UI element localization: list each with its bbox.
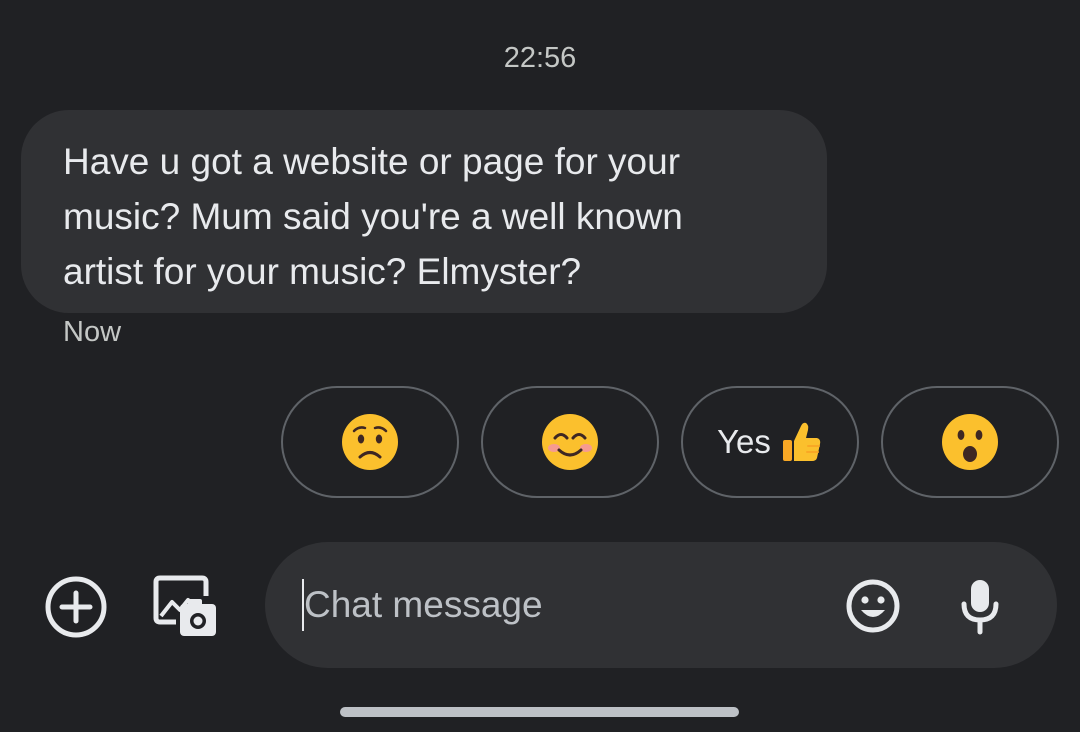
thumbs-up-icon bbox=[782, 422, 821, 461]
smart-reply-smile[interactable] bbox=[481, 386, 659, 498]
smart-reply-worried[interactable] bbox=[281, 386, 459, 498]
chat-message-input[interactable] bbox=[302, 542, 824, 668]
surprised-face-icon bbox=[942, 414, 998, 470]
smart-reply-yes-label: Yes bbox=[717, 423, 771, 460]
add-icon bbox=[45, 576, 107, 638]
incoming-message-bubble[interactable]: Have u got a website or page for your mu… bbox=[21, 110, 827, 313]
add-attachment-button[interactable] bbox=[44, 575, 108, 639]
smart-reply-yes[interactable]: Yes bbox=[681, 386, 859, 498]
message-line: artist for your music? Elmyster? bbox=[63, 251, 582, 292]
message-line: music? Mum said you're a well known bbox=[63, 196, 683, 237]
emoji-button[interactable] bbox=[845, 578, 901, 634]
conversation-timestamp: 22:56 bbox=[503, 42, 577, 74]
microphone-icon bbox=[961, 580, 999, 635]
gallery-camera-icon bbox=[153, 575, 216, 636]
gallery-camera-button[interactable] bbox=[152, 574, 220, 640]
emoji-icon bbox=[846, 579, 900, 633]
smart-reply-surprised[interactable] bbox=[881, 386, 1059, 498]
message-time: Now bbox=[63, 316, 122, 348]
message-line: Have u got a website or page for your bbox=[63, 141, 681, 182]
voice-input-button[interactable] bbox=[957, 576, 1003, 636]
worried-face-icon bbox=[342, 414, 398, 470]
home-gesture-bar[interactable] bbox=[340, 707, 739, 717]
smiling-face-icon bbox=[542, 414, 598, 470]
message-composer[interactable] bbox=[265, 542, 1057, 668]
